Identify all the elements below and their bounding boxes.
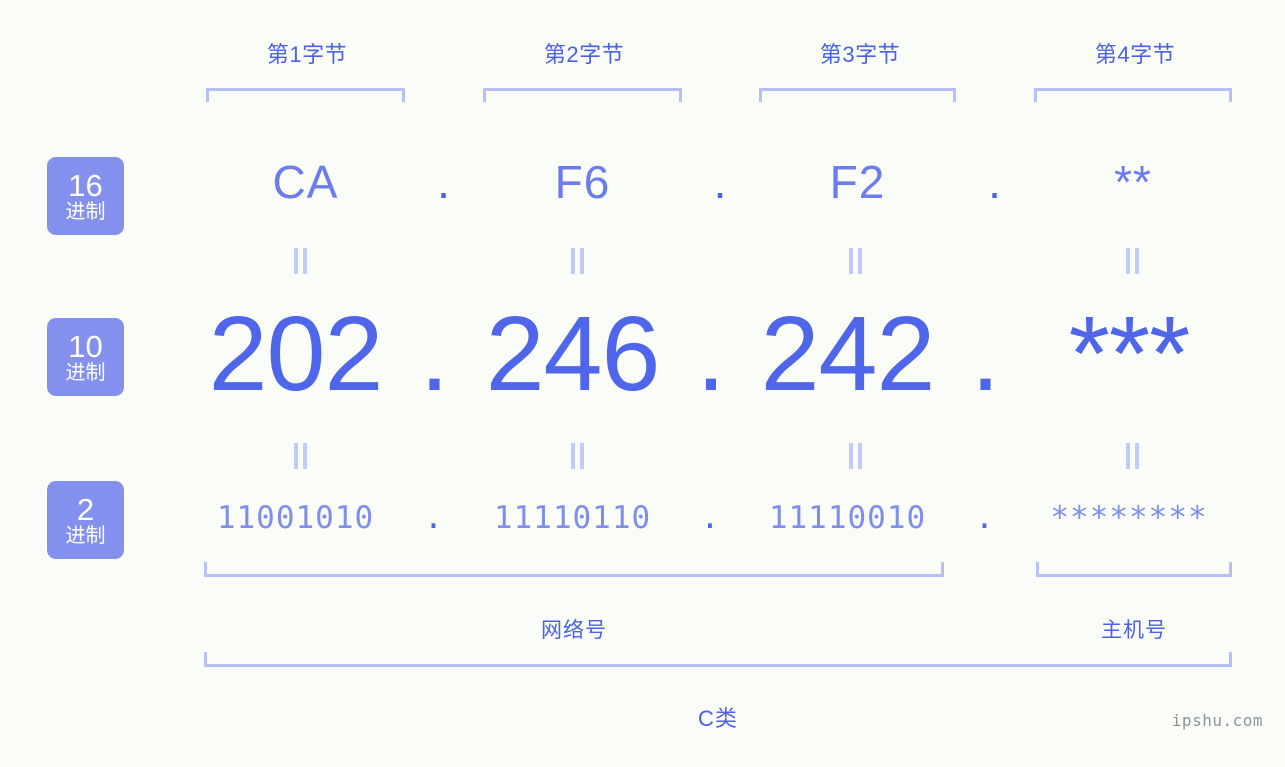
radix-badge-hex-number: 16 bbox=[68, 168, 103, 203]
ip-address-breakdown-diagram: 第1字节 第2字节 第3字节 第4字节 16 进制 CA . F6 . F2 .… bbox=[0, 0, 1285, 767]
hex-separator-2: . bbox=[713, 156, 728, 208]
hex-octet-4: ** bbox=[1114, 156, 1152, 208]
byte-bracket-2 bbox=[483, 88, 682, 102]
byte-header-1-label: 第1字节 bbox=[266, 42, 348, 67]
binary-octet-2: 11110110 bbox=[493, 500, 652, 536]
equals-icon-hex-dec-2 bbox=[571, 248, 585, 274]
byte-header-3-label: 第3字节 bbox=[819, 42, 901, 67]
decimal-octet-2: 246 bbox=[485, 295, 661, 413]
radix-badge-hex-suffix: 进制 bbox=[65, 201, 106, 223]
binary-separator-2: . bbox=[700, 500, 721, 536]
byte-header-1: 第1字节 bbox=[207, 37, 407, 69]
decimal-octet-4: *** bbox=[1068, 295, 1191, 413]
network-portion-bracket bbox=[204, 562, 944, 577]
binary-separator-3: . bbox=[975, 500, 995, 536]
equals-icon-dec-bin-2 bbox=[571, 443, 585, 469]
byte-bracket-3 bbox=[759, 88, 956, 102]
radix-badge-binary-number: 2 bbox=[76, 492, 95, 527]
equals-icon-hex-dec-4 bbox=[1126, 248, 1140, 274]
equals-icon-dec-bin-4 bbox=[1126, 443, 1140, 469]
radix-badge-decimal-number: 10 bbox=[68, 329, 103, 364]
radix-badge-decimal: 10 进制 bbox=[47, 318, 124, 396]
byte-header-2: 第2字节 bbox=[484, 37, 684, 69]
decimal-separator-1: . bbox=[419, 295, 449, 413]
radix-badge-hex: 16 进制 bbox=[47, 157, 124, 235]
byte-bracket-4 bbox=[1034, 88, 1232, 102]
decimal-separator-2: . bbox=[696, 295, 725, 413]
hex-octet-1: CA bbox=[272, 156, 339, 208]
decimal-separator-3: . bbox=[970, 295, 1000, 413]
hex-octet-2: F6 bbox=[554, 156, 611, 208]
byte-header-4: 第4字节 bbox=[1035, 37, 1235, 69]
binary-separator-1: . bbox=[424, 500, 444, 536]
hex-octet-3: F2 bbox=[829, 156, 886, 208]
decimal-octet-3: 242 bbox=[760, 295, 936, 413]
radix-badge-binary-suffix: 进制 bbox=[65, 525, 106, 547]
host-portion-bracket bbox=[1036, 562, 1232, 577]
site-watermark: ipshu.com bbox=[1171, 711, 1263, 730]
equals-icon-hex-dec-3 bbox=[849, 248, 863, 274]
binary-octet-4: ******** bbox=[1050, 500, 1208, 536]
equals-icon-dec-bin-3 bbox=[849, 443, 863, 469]
radix-badge-decimal-suffix: 进制 bbox=[65, 362, 106, 384]
equals-icon-dec-bin-1 bbox=[294, 443, 308, 469]
decimal-octet-1: 202 bbox=[208, 295, 384, 413]
network-portion-label: 网络号 bbox=[541, 619, 607, 642]
hex-separator-1: . bbox=[437, 156, 451, 208]
byte-header-2-label: 第2字节 bbox=[543, 42, 625, 67]
host-portion-label: 主机号 bbox=[1101, 619, 1167, 642]
address-class-bracket bbox=[204, 652, 1232, 667]
byte-header-3: 第3字节 bbox=[760, 37, 960, 69]
binary-octet-1: 11001010 bbox=[216, 500, 375, 536]
byte-bracket-1 bbox=[206, 88, 405, 102]
radix-badge-binary: 2 进制 bbox=[47, 481, 124, 559]
binary-octet-3: 11110010 bbox=[768, 500, 927, 536]
address-class-label: C类 bbox=[698, 706, 738, 731]
equals-icon-hex-dec-1 bbox=[294, 248, 308, 274]
hex-separator-3: . bbox=[988, 156, 1002, 208]
byte-header-4-label: 第4字节 bbox=[1094, 42, 1176, 67]
